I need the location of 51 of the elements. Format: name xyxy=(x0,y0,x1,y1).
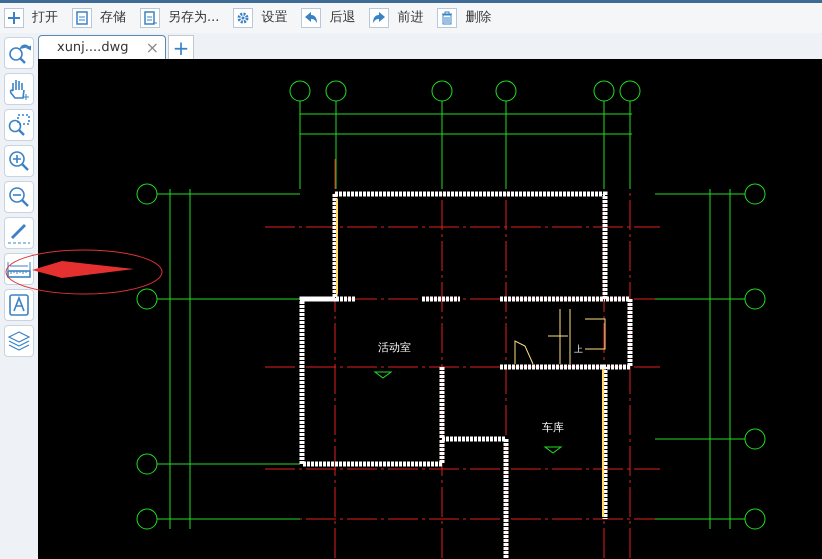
hand-icon xyxy=(7,77,31,101)
document-icon xyxy=(72,8,92,28)
axis-bubble xyxy=(744,428,766,450)
plus-icon xyxy=(4,8,24,28)
pencil-icon xyxy=(7,221,31,245)
axis-bubble xyxy=(432,80,452,102)
letter-icon xyxy=(7,293,31,317)
level-marker xyxy=(544,446,562,454)
file-tab[interactable]: xunj....dwg × xyxy=(38,35,166,59)
close-button[interactable]: × xyxy=(146,36,159,60)
settings-icon xyxy=(233,8,254,28)
zoom-window-tool[interactable] xyxy=(4,109,34,141)
room-label: 活动室 xyxy=(378,341,411,354)
zoom-previous-tool[interactable] xyxy=(4,37,34,69)
axis-bubble xyxy=(496,80,516,102)
layers-icon xyxy=(7,329,31,353)
toolbar-button[interactable]: 后退 xyxy=(301,6,356,30)
room-label: 车库 xyxy=(542,421,564,434)
measure-tool[interactable] xyxy=(4,253,34,285)
stair-label: 上 xyxy=(574,345,583,355)
tab-title: xunj....dwg xyxy=(57,38,128,57)
axis-bubble xyxy=(136,288,158,310)
axis-bubble xyxy=(326,80,346,102)
toolbar-button[interactable]: 另存为... xyxy=(140,6,220,30)
axis-bubble xyxy=(136,184,158,204)
axis-bubble xyxy=(744,508,766,530)
axis-bubble xyxy=(744,184,766,204)
axis-bubble xyxy=(136,454,158,474)
draw-tool[interactable] xyxy=(4,217,34,249)
trash-icon xyxy=(437,8,458,28)
axis-bubble xyxy=(594,80,614,102)
axis-bubble xyxy=(136,508,158,530)
toolbar-button[interactable]: 前进 xyxy=(369,6,424,30)
magnifier-icon xyxy=(7,113,31,137)
zoom-in-icon xyxy=(7,149,31,173)
pan-tool[interactable] xyxy=(4,73,34,105)
toolbar-button[interactable]: 打开 xyxy=(4,6,58,30)
toolbar-button[interactable]: 删除 xyxy=(437,6,492,30)
new-tab-button[interactable]: + xyxy=(168,35,194,59)
text-tool[interactable] xyxy=(4,289,34,321)
toolbar-button[interactable]: 设置 xyxy=(233,6,288,30)
zoom-out-icon xyxy=(7,185,31,209)
toolbar-button[interactable]: 存储 xyxy=(72,6,126,30)
document-icon xyxy=(140,8,160,28)
zoom-in-tool[interactable] xyxy=(4,145,34,177)
layers-tool[interactable] xyxy=(4,325,34,357)
axis-bubble xyxy=(620,80,640,102)
zoom-out-tool[interactable] xyxy=(4,181,34,213)
axis-bubble xyxy=(290,80,310,102)
axis-bubble xyxy=(744,288,766,310)
level-marker xyxy=(374,372,392,379)
